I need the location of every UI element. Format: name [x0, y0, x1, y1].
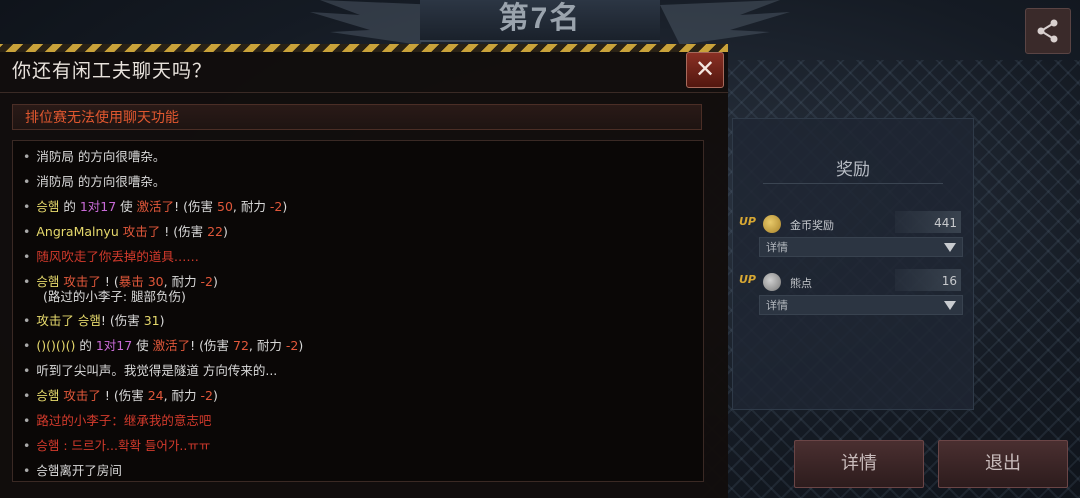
chat-message: • 消防局 的方向很嘈杂。: [23, 174, 166, 189]
chat-dialog: 你还有闲工夫聊天吗？ ✕ 排位赛无法使用聊天功能 • 消防局 的方向很嘈杂。 • 消…: [0, 44, 728, 498]
chat-message: • 승햄离开了房间: [23, 463, 122, 478]
chat-message: • 승햄 的 1对17 使 激活了! (伤害 50, 耐力 -2): [23, 199, 288, 214]
reward-value-gold: 441: [895, 211, 961, 233]
chevron-down-icon: [944, 243, 956, 252]
dropdown-label: 详情: [766, 299, 788, 312]
left-wing-ornament-icon: [310, 0, 440, 45]
reward-detail-dropdown-points[interactable]: 详情: [759, 295, 963, 315]
chat-message: • AngraMalnyu 攻击了 ! (伤害 22): [23, 224, 228, 239]
rank-title: 第7名: [498, 2, 582, 35]
exit-button[interactable]: 退出: [938, 440, 1068, 488]
chat-log[interactable]: • 消防局 的方向很嘈杂。 • 消防局 的方向很嘈杂。 • 승햄 的 1对17 使 激…: [12, 140, 704, 482]
coin-icon: [763, 215, 781, 233]
close-icon: ✕: [694, 55, 716, 83]
chat-message: • 승햄 攻击了 ! (暴击 30, 耐力 -2) (路过的小李子: 腿部负伤): [23, 274, 218, 304]
chat-message: • 消防局 的方向很嘈杂。: [23, 149, 166, 164]
reward-value-points: 16: [895, 269, 961, 291]
chat-message: • 听到了尖叫声。我觉得是隧道 方向传来的...: [23, 363, 278, 378]
chat-message: • 攻击了 승햄! (伤害 31): [23, 313, 165, 328]
title-divider: [0, 92, 728, 93]
reward-detail-dropdown-gold[interactable]: 详情: [759, 237, 963, 257]
chat-message: • 승햄 : 드르가...확확 들어가..ㅠㅠ: [23, 438, 211, 453]
chat-disabled-notice: 排位赛无法使用聊天功能: [12, 104, 702, 130]
details-button[interactable]: 详情: [794, 440, 924, 488]
reward-label-gold: 金币奖励: [790, 219, 834, 232]
right-wing-ornament-icon: [660, 0, 790, 45]
up-badge: UP: [739, 273, 756, 286]
chat-message-subline: (路过的小李子: 腿部负伤): [43, 289, 186, 304]
chat-message: • 随风吹走了你丢掉的道具……: [23, 249, 199, 264]
chat-message: • 승햄 攻击了 ! (伤害 24, 耐力 -2): [23, 388, 218, 403]
share-button[interactable]: [1025, 8, 1071, 54]
bear-points-icon: [763, 273, 781, 291]
close-button[interactable]: ✕: [686, 52, 724, 88]
chevron-down-icon: [944, 301, 956, 310]
reward-row-points: UP 熊点 16 详情: [733, 269, 973, 333]
up-badge: UP: [739, 215, 756, 228]
chat-message: • 路过的小李子：继承我的意志吧: [23, 413, 212, 428]
chat-message: •()()()() 的 1对17 使 激活了! (伤害 72, 耐力 -2): [23, 338, 304, 353]
dialog-title: 你还有闲工夫聊天吗？: [12, 61, 213, 82]
share-icon: [1037, 19, 1058, 43]
reward-panel: 奖励 UP 金币奖励 441 详情 UP 熊点 16 详情: [732, 118, 974, 410]
reward-row-gold: UP 金币奖励 441 详情: [733, 211, 973, 275]
reward-label-points: 熊点: [790, 277, 812, 290]
reward-divider: [763, 183, 943, 184]
dropdown-label: 详情: [766, 241, 788, 254]
hazard-stripe: [0, 44, 728, 52]
reward-title: 奖励: [836, 160, 870, 180]
